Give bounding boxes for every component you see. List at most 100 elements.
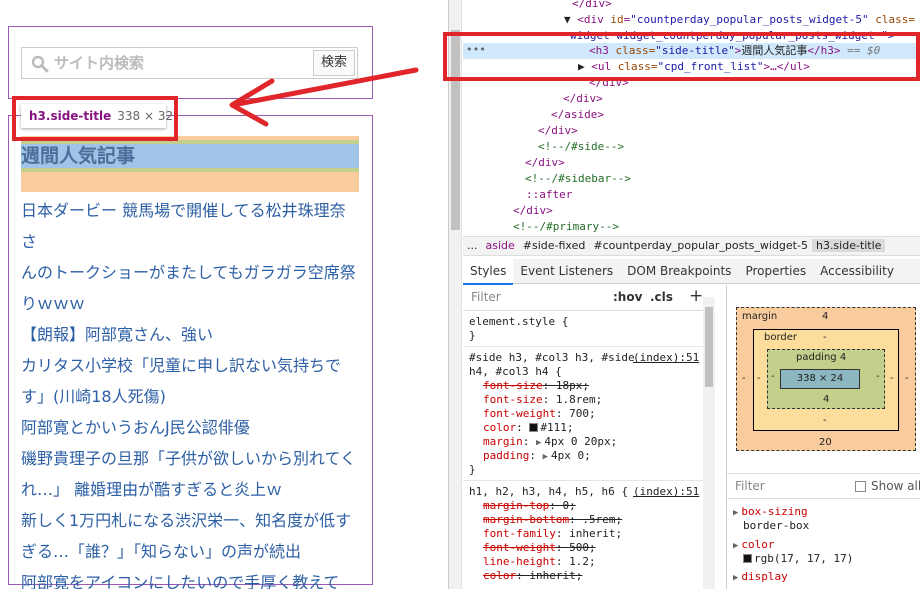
computed-prop[interactable]: ▶ box-sizing bbox=[733, 505, 808, 520]
post-line[interactable]: カリタス小学校「児童に申し訳ない気持ちで bbox=[21, 350, 361, 381]
padding-bottom-value[interactable]: 4 bbox=[823, 394, 829, 405]
rule2-source-link[interactable]: (index):51 bbox=[633, 485, 699, 499]
dom-line[interactable]: ▼ <div id="countperday_popular_posts_wid… bbox=[564, 12, 915, 28]
style-property[interactable]: line-height: 1.2; bbox=[483, 555, 596, 569]
styles-filter-input[interactable]: Filter bbox=[471, 290, 501, 304]
border-left-value[interactable]: - bbox=[757, 373, 761, 384]
rule-close: } bbox=[469, 329, 476, 342]
style-property[interactable]: font-weight: 500; bbox=[483, 541, 596, 555]
computed-value: rgb(17, 17, 17) bbox=[743, 552, 853, 566]
tab-event-listeners[interactable]: Event Listeners bbox=[513, 259, 620, 283]
margin-label: margin bbox=[742, 311, 778, 322]
expand-caret-icon[interactable]: ▶ bbox=[543, 452, 548, 462]
dom-line[interactable]: ::after bbox=[526, 187, 572, 203]
devtools-panel: </div> ▼ <div id="countperday_popular_po… bbox=[443, 0, 920, 589]
style-property[interactable]: margin-bottom: .5rem; bbox=[483, 513, 622, 527]
page-preview: 検索 週間人気記事 h3.side-title338 × 32 日本ダービー 競… bbox=[0, 0, 448, 589]
side-title: 週間人気記事 bbox=[21, 145, 136, 167]
tab-properties[interactable]: Properties bbox=[738, 259, 813, 283]
post-line[interactable]: 阿部寛をアイコンにしたいので手厚く教えて bbox=[21, 567, 361, 589]
breadcrumb-item[interactable]: #countperday_popular_posts_widget-5 bbox=[589, 239, 812, 252]
margin-bottom-value[interactable]: 20 bbox=[819, 437, 832, 448]
border-top-value[interactable]: - bbox=[823, 332, 827, 343]
hov-toggle[interactable]: :hov bbox=[613, 290, 642, 304]
dom-line[interactable]: </div> bbox=[513, 203, 553, 219]
post-line[interactable]: す」(川崎18人死傷) bbox=[21, 381, 361, 412]
rule-divider bbox=[463, 480, 703, 481]
style-property[interactable]: margin: ▶ 4px 0 20px; bbox=[483, 435, 617, 449]
popular-post-list: 日本ダービー 競馬場で開催してる松井珠理奈さ んのトークショーがまたしてもガラガ… bbox=[21, 195, 361, 589]
post-line[interactable]: 新しく1万円札になる渋沢栄一、知名度が低す bbox=[21, 505, 361, 536]
border-right-value[interactable]: - bbox=[890, 373, 894, 384]
margin-top-value[interactable]: 4 bbox=[822, 311, 828, 322]
post-line[interactable]: 日本ダービー 競馬場で開催してる松井珠理奈さ bbox=[21, 195, 361, 257]
new-rule-button[interactable]: + bbox=[689, 286, 703, 306]
margin-left-value[interactable]: - bbox=[742, 373, 746, 384]
cls-toggle[interactable]: .cls bbox=[650, 290, 673, 304]
rule1-selector-cont: h4, #col3 h4 { bbox=[469, 365, 562, 378]
computed-value: border-box bbox=[743, 519, 810, 532]
box-model-padding: padding 4 - - 4 338 × 24 bbox=[767, 349, 885, 409]
post-line[interactable]: 【朗報】阿部寛さん、強い bbox=[21, 319, 361, 350]
border-label: border bbox=[764, 332, 798, 343]
search-icon bbox=[31, 55, 49, 73]
post-line[interactable]: ぎる…「誰？」「知らない」の声が続出 bbox=[21, 536, 361, 567]
computed-filter-input[interactable]: Filter bbox=[735, 479, 765, 493]
box-model-diagram: margin 4 - - 20 border - - - - padding 4… bbox=[736, 307, 916, 451]
expand-caret-icon[interactable]: ▶ bbox=[536, 438, 541, 448]
dom-line[interactable]: </div> bbox=[525, 155, 565, 171]
style-property[interactable]: color: inherit; bbox=[483, 569, 582, 583]
style-property[interactable]: font-size: 1.8rem; bbox=[483, 393, 602, 407]
rule-close: } bbox=[469, 463, 476, 476]
rule2-selector[interactable]: h1, h2, h3, h4, h5, h6 { bbox=[469, 485, 628, 499]
style-property[interactable]: padding: ▶ 4px 0; bbox=[483, 449, 591, 463]
style-property[interactable]: font-size: 18px; bbox=[483, 379, 589, 393]
scroll-thumb[interactable] bbox=[705, 307, 713, 387]
post-line[interactable]: れ…」 離婚理由が酷すぎると炎上ｗ bbox=[21, 474, 361, 505]
search-button[interactable]: 検索 bbox=[313, 50, 355, 76]
tab-dom-breakpoints[interactable]: DOM Breakpoints bbox=[620, 259, 738, 283]
color-swatch[interactable] bbox=[529, 423, 539, 432]
box-model-content[interactable]: 338 × 24 bbox=[780, 369, 860, 389]
style-property[interactable]: font-weight: 700; bbox=[483, 407, 596, 421]
style-property[interactable]: color: #111; bbox=[483, 421, 574, 435]
padding-left-value[interactable]: - bbox=[771, 371, 775, 382]
dom-line[interactable]: <!--/#side--> bbox=[538, 139, 624, 155]
styles-pane: Filter :hov .cls + element.style { } #si… bbox=[463, 285, 715, 589]
box-model-border: border - - - - padding 4 - - 4 338 × 24 bbox=[753, 329, 899, 431]
dom-line[interactable]: </aside> bbox=[551, 107, 604, 123]
style-property[interactable]: font-family: inherit; bbox=[483, 527, 622, 541]
tab-styles[interactable]: Styles bbox=[463, 259, 514, 285]
dom-line[interactable]: <!--/#primary--> bbox=[513, 219, 619, 235]
devtools-scrollbar[interactable] bbox=[449, 0, 462, 589]
element-style-rule[interactable]: element.style { bbox=[469, 315, 568, 329]
styles-scrollbar[interactable] bbox=[703, 297, 715, 589]
breadcrumb-item[interactable]: #side-fixed bbox=[519, 239, 590, 252]
search-input[interactable] bbox=[54, 51, 310, 75]
tooltip-callout-box bbox=[12, 96, 178, 141]
rule1-selector[interactable]: #side h3, #col3 h3, #side bbox=[469, 351, 635, 365]
computed-prop[interactable]: ▶ display bbox=[733, 570, 788, 585]
padding-label[interactable]: padding 4 bbox=[796, 352, 846, 363]
show-all-checkbox[interactable] bbox=[855, 481, 866, 492]
breadcrumb-item-active[interactable]: h3.side-title bbox=[811, 239, 886, 252]
margin-right-value[interactable]: - bbox=[905, 373, 909, 384]
tab-accessibility[interactable]: Accessibility bbox=[813, 259, 901, 283]
style-property[interactable]: margin-top: 0; bbox=[483, 499, 576, 513]
post-line[interactable]: んのトークショーがまたしてもガラガラ空席祭 bbox=[21, 257, 361, 288]
post-line[interactable]: 阿部寛とかいうおんJ民公認俳優 bbox=[21, 412, 361, 443]
rule1-source-link[interactable]: (index):51 bbox=[633, 351, 699, 365]
post-line[interactable]: りｗｗｗ bbox=[21, 288, 361, 319]
dom-line[interactable]: </div> bbox=[538, 123, 578, 139]
padding-right-value[interactable]: - bbox=[876, 371, 880, 382]
dom-breadcrumb: ... aside #side-fixed #countperday_popular_… bbox=[463, 236, 920, 256]
color-swatch[interactable] bbox=[743, 554, 752, 563]
dom-line[interactable]: </div> bbox=[572, 0, 612, 12]
border-bottom-value[interactable]: - bbox=[823, 415, 827, 426]
dom-line[interactable]: <!--/#sidebar--> bbox=[525, 171, 631, 187]
post-line[interactable]: 磯野貴理子の旦那「子供が欲しいから別れてく bbox=[21, 443, 361, 474]
computed-prop[interactable]: ▶ color bbox=[733, 538, 775, 553]
breadcrumb-item[interactable]: aside bbox=[482, 239, 519, 252]
dom-line[interactable]: </div> bbox=[563, 91, 603, 107]
breadcrumb-item[interactable]: ... bbox=[463, 239, 482, 252]
